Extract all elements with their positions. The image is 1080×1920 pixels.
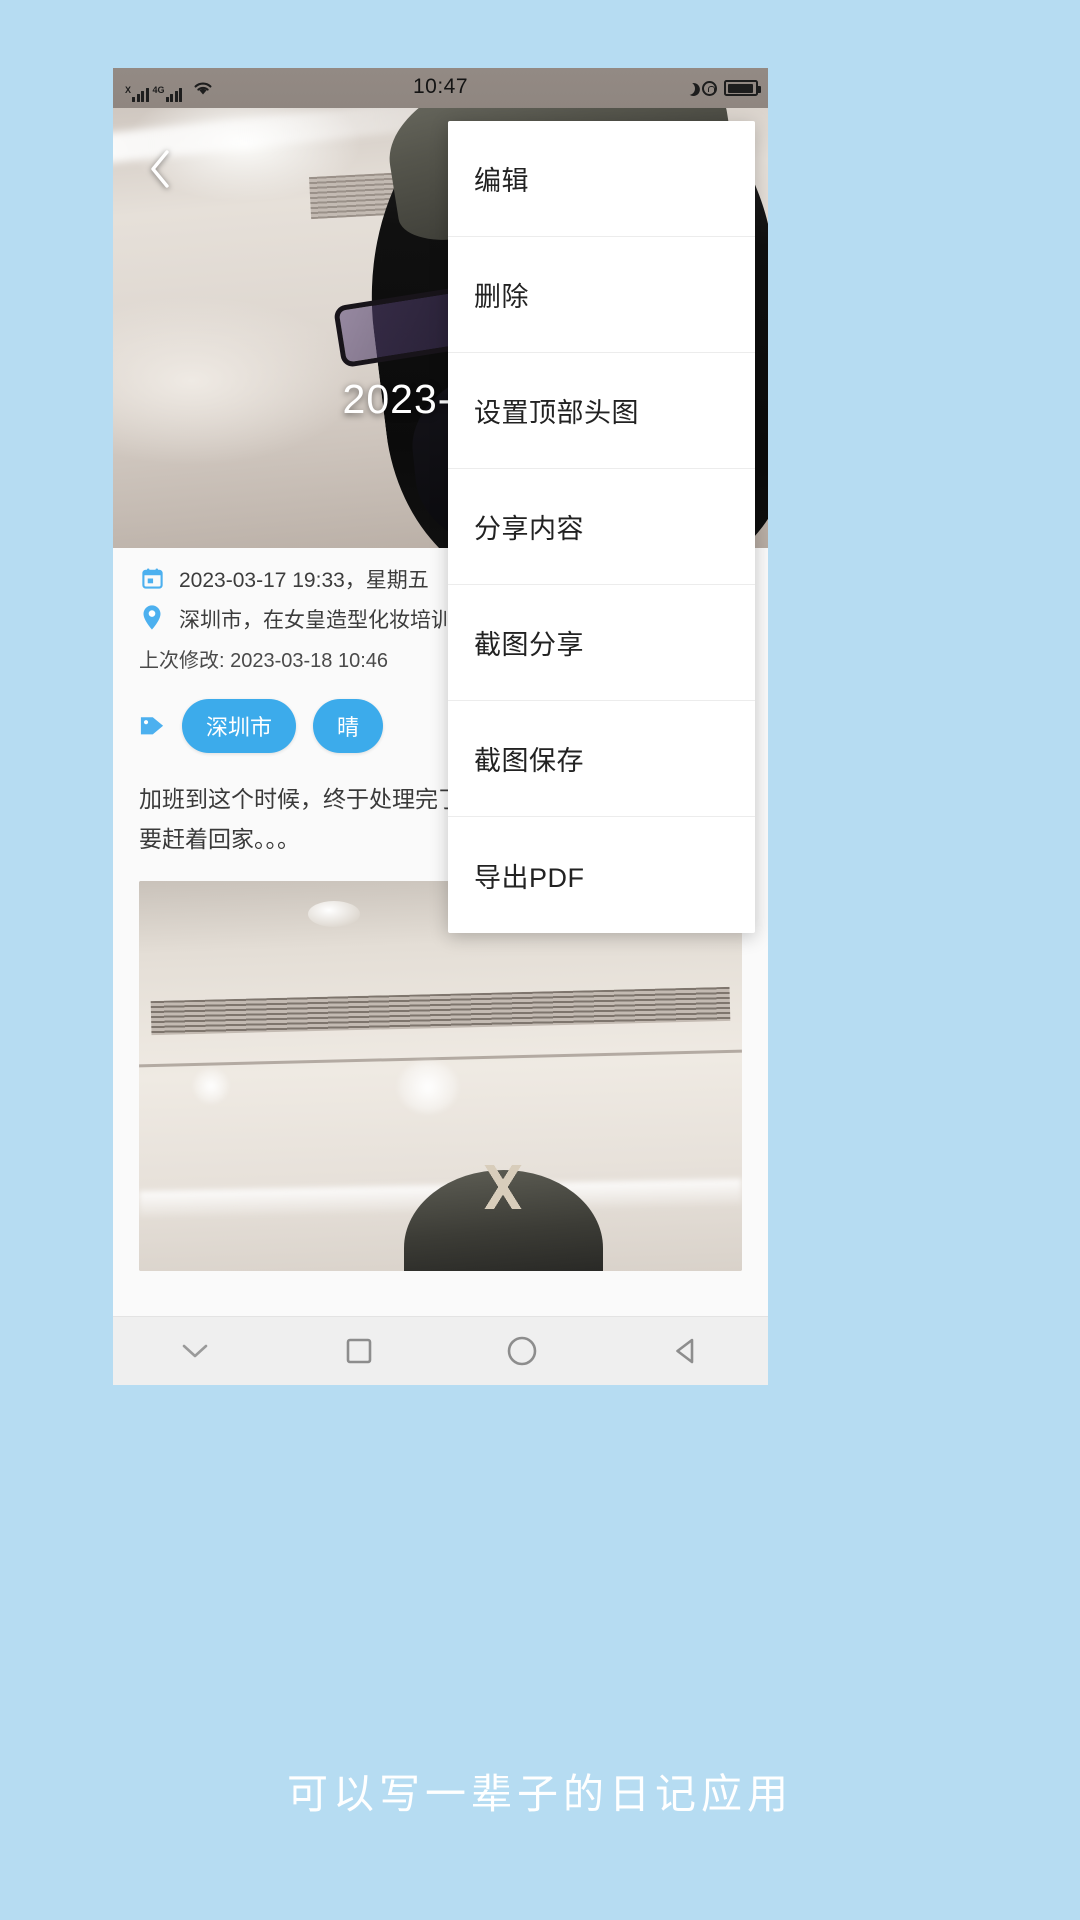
menu-item-export-pdf[interactable]: 导出PDF xyxy=(448,817,755,933)
chevron-down-icon xyxy=(182,1344,208,1358)
status-bar-clock: 10:47 xyxy=(412,75,469,98)
menu-item-delete[interactable]: 删除 xyxy=(448,237,755,353)
circle-icon xyxy=(508,1336,537,1366)
context-menu: 编辑 删除 设置顶部头图 分享内容 截图分享 截图保存 导出PDF xyxy=(448,121,755,933)
nav-hide-keyboard[interactable] xyxy=(160,1325,230,1377)
menu-item-share-screenshot[interactable]: 截图分享 xyxy=(448,585,755,701)
phone-screenshot-frame: X 4G 10:47 2023-03-1 2023-03-17 19:33，星期… xyxy=(113,68,768,1385)
nav-home[interactable] xyxy=(487,1325,557,1377)
menu-item-set-header-image[interactable]: 设置顶部头图 xyxy=(448,353,755,469)
map-pin-icon xyxy=(139,604,165,632)
status-bar: X 4G 10:47 xyxy=(113,68,768,108)
menu-item-label: 删除 xyxy=(474,282,529,312)
metadata-location-text: 深圳市，在女皇造型化妆培训附近 xyxy=(179,608,494,632)
square-icon xyxy=(346,1338,371,1364)
tag-icon xyxy=(139,712,165,740)
menu-item-edit[interactable]: 编辑 xyxy=(448,121,755,237)
android-navigation-bar xyxy=(113,1316,768,1385)
screen-lock-icon xyxy=(702,80,717,96)
entry-photo[interactable] xyxy=(139,881,742,1272)
chevron-left-icon xyxy=(151,150,169,188)
menu-item-save-screenshot[interactable]: 截图保存 xyxy=(448,701,755,817)
tag-chip[interactable]: 深圳市 xyxy=(182,698,297,753)
menu-item-label: 分享内容 xyxy=(474,514,584,544)
metadata-date-text: 2023-03-17 19:33，星期五 xyxy=(179,569,429,592)
menu-item-label: 编辑 xyxy=(474,166,529,196)
calendar-icon xyxy=(139,564,165,592)
tag-chip[interactable]: 晴 xyxy=(313,698,384,753)
back-button[interactable] xyxy=(137,146,183,192)
menu-item-label: 导出PDF xyxy=(474,862,585,893)
menu-item-share-content[interactable]: 分享内容 xyxy=(448,469,755,585)
triangle-left-icon xyxy=(676,1338,694,1364)
promo-caption: 可以写一辈子的日记应用 xyxy=(287,1771,793,1817)
menu-item-label: 截图保存 xyxy=(474,746,584,776)
battery-icon xyxy=(724,80,761,96)
status-bar-right-icons xyxy=(682,68,768,108)
nav-recents[interactable] xyxy=(324,1325,394,1377)
menu-item-label: 截图分享 xyxy=(474,630,584,660)
nav-back[interactable] xyxy=(651,1325,721,1377)
menu-item-label: 设置顶部头图 xyxy=(474,398,639,428)
